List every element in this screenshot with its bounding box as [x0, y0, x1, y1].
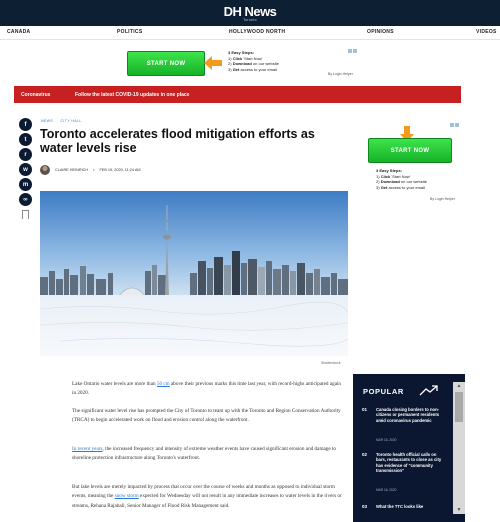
link-icon[interactable]: ∞ [19, 193, 32, 206]
nav-item-hollywood-north[interactable]: HOLLYWOOD NORTH [229, 29, 285, 35]
banner-text[interactable]: Follow the latest COVID-19 updates in on… [75, 92, 189, 98]
scroll-up-icon[interactable]: ▲ [453, 382, 465, 390]
ad-step-bold: Download [380, 179, 400, 184]
popular-item[interactable]: 03 What the TTC looks like [362, 504, 447, 514]
inline-link-recent-years[interactable]: In recent years [72, 446, 103, 452]
scroll-down-icon[interactable]: ▼ [453, 506, 465, 514]
reddit-icon[interactable]: r [19, 148, 32, 161]
ad-step-num: 3) [228, 66, 232, 72]
link-glyph: ∞ [23, 196, 28, 203]
trending-icon [419, 385, 438, 396]
author-name[interactable]: CLAIRE HEINRICH [55, 168, 88, 172]
ad-start-now-button[interactable]: START NOW [368, 138, 452, 163]
ad-step-num: 1) [376, 173, 380, 179]
popular-title: POPULAR [363, 387, 404, 396]
twitter-icon[interactable]: t [19, 133, 32, 146]
popular-item[interactable]: 02 Toronto health official calls on bars… [362, 452, 447, 492]
popular-item-number: 01 [362, 407, 368, 412]
ad-steps: 3 Easy Steps: 1) Click 'Start Now' 2) Do… [228, 50, 279, 72]
ad-step-rest: access to your email [387, 184, 425, 190]
text-run: , the increased frequency and intensity … [72, 446, 337, 462]
popular-item-number: 03 [362, 504, 368, 509]
inline-link-snow-storm[interactable]: snow storm [115, 493, 139, 499]
facebook-glyph: f [24, 121, 27, 128]
whatsapp-icon[interactable]: w [19, 163, 32, 176]
ad-step-num: 1) [228, 55, 232, 61]
scrollbar-thumb[interactable] [455, 392, 463, 422]
breaking-banner[interactable]: Coronavirus Follow the latest COVID-19 u… [14, 86, 461, 103]
nav-item-politics[interactable]: POLITICS [117, 29, 142, 35]
breadcrumb-news[interactable]: NEWS [41, 119, 53, 123]
ad-byline: By Login Helper [430, 197, 455, 201]
popular-item-date: MAR 16, 2020 [376, 488, 397, 492]
reddit-glyph: r [24, 151, 27, 158]
article-paragraph-2: The significant water level rise has pro… [72, 408, 341, 424]
site-logo[interactable]: DH News [224, 5, 277, 18]
ad-step-rest: access to your email [239, 66, 277, 72]
author-row: CLAIRE HEINRICH • FEB 19, 2020, 11:24 AM [40, 164, 141, 176]
ad-step: 3) Get access to your email [376, 185, 427, 191]
ad-step-rest: on our website [251, 61, 279, 66]
messenger-icon[interactable]: m [19, 178, 32, 191]
ad-step-bold: Download [232, 61, 252, 66]
article-paragraph-4: But lake levels are merely impacted by p… [72, 483, 344, 511]
main-nav: CANADA POLITICS HOLLYWOOD NORTH OPINIONS… [0, 26, 500, 40]
hero-image [40, 191, 348, 356]
breadcrumb: NEWS CITY HALL [41, 119, 88, 123]
ad-steps: 3 Easy Steps: 1) Click 'Start Now' 2) Do… [376, 168, 427, 190]
popular-item[interactable]: 01 Canada closing borders to non-citizen… [362, 407, 447, 443]
popular-widget: POPULAR 01 Canada closing borders to non… [353, 374, 465, 522]
ad-step: 3) Get access to your email [228, 67, 279, 73]
meta-separator: • [93, 168, 95, 172]
popular-item-date: MAR 16, 2020 [376, 438, 397, 442]
author-avatar [40, 165, 50, 175]
ad-step-rest: 'Start Now' [242, 55, 263, 61]
inline-link-50cm[interactable]: 50 cm [157, 381, 170, 387]
adchoices-icon[interactable] [450, 123, 460, 127]
adchoices-icon[interactable] [348, 49, 358, 53]
text-run: Lake Ontario water levels are more than [72, 381, 157, 387]
breadcrumb-city-hall[interactable]: CITY HALL [60, 119, 81, 123]
twitter-glyph: t [24, 136, 27, 143]
facebook-icon[interactable]: f [19, 118, 32, 131]
ad-step-num: 2) [228, 61, 232, 66]
popular-scrollbar[interactable]: ▲ ▼ [453, 382, 465, 514]
popular-item-title[interactable]: Toronto health official calls on bars, r… [376, 452, 446, 474]
article-paragraph-3: In recent years, the increased frequency… [72, 445, 344, 464]
popular-item-title[interactable]: What the TTC looks like [376, 504, 446, 509]
ad-step-rest: on our website [399, 179, 427, 184]
ad-start-now-button[interactable]: START NOW [127, 51, 205, 76]
nav-item-videos[interactable]: VIDEOS [476, 29, 497, 35]
toronto-skyline-image [40, 191, 348, 356]
nav-item-opinions[interactable]: OPINIONS [367, 29, 394, 35]
side-ad[interactable]: START NOW 3 Easy Steps: 1) Click 'Start … [362, 120, 462, 202]
site-header: DH News Toronto [0, 0, 500, 26]
ad-step-num: 3) [376, 184, 380, 190]
ad-byline: By Login Helper [328, 72, 353, 76]
ad-step-num: 2) [376, 179, 380, 184]
photo-credit: Shutterstock [321, 361, 341, 365]
arrow-left-icon [204, 56, 222, 70]
site-logo-sub: Toronto [243, 17, 257, 22]
ad-step-bold: Click [232, 55, 243, 61]
bookmark-icon[interactable] [22, 210, 29, 219]
popular-item-number: 02 [362, 452, 368, 457]
popular-item-title[interactable]: Canada closing borders to non-citizens o… [376, 407, 446, 423]
whatsapp-glyph: w [23, 166, 28, 173]
nav-item-canada[interactable]: CANADA [7, 29, 30, 35]
messenger-glyph: m [22, 181, 29, 188]
banner-label: Coronavirus [21, 92, 51, 98]
article-paragraph-1: Lake Ontario water levels are more than … [72, 380, 344, 399]
top-ad[interactable]: START NOW 3 Easy Steps: 1) Click 'Start … [120, 46, 370, 82]
ad-step-bold: Click [380, 173, 391, 179]
article-headline: Toronto accelerates flood mitigation eff… [40, 127, 315, 155]
ad-step-rest: 'Start Now' [390, 173, 411, 179]
publish-date: FEB 19, 2020, 11:24 AM [99, 168, 141, 172]
